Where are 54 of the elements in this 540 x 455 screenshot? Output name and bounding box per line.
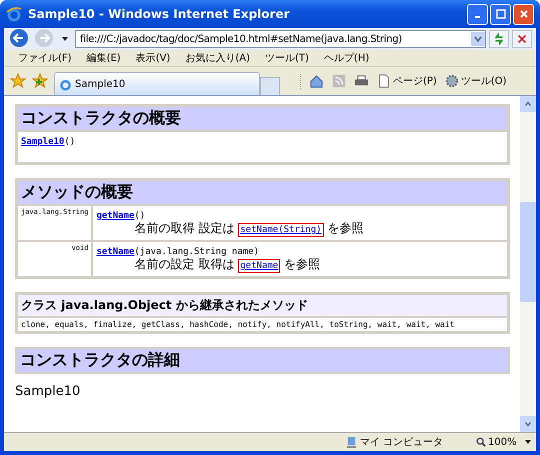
close-button[interactable]: [513, 4, 534, 24]
link[interactable]: getName: [96, 211, 134, 221]
caret-icon[interactable]: [62, 37, 68, 41]
refresh-icon[interactable]: [493, 33, 505, 45]
menu-item[interactable]: ファイル(F): [18, 51, 72, 65]
menu-item[interactable]: ヘルプ(H): [324, 51, 370, 65]
menu-item[interactable]: 編集(E): [86, 51, 121, 65]
link[interactable]: getName: [238, 259, 280, 273]
scroll-up-icon[interactable]: [524, 100, 532, 108]
gear-icon[interactable]: [444, 74, 459, 88]
star-plus-icon[interactable]: [32, 73, 48, 89]
scroll-down-icon[interactable]: [524, 420, 532, 428]
link[interactable]: setName: [96, 247, 134, 257]
table-cell: Sample10(): [17, 131, 508, 163]
menu-item[interactable]: ツール(T): [265, 51, 309, 65]
magnifier-icon: [476, 437, 486, 447]
menu-item[interactable]: お気に入り(A): [185, 51, 250, 65]
method-description: 名前の取得 設定は setName(String) を参照: [133, 221, 365, 238]
method-signature: (): [134, 211, 146, 221]
computer-icon: [346, 436, 357, 448]
refresh-button[interactable]: [489, 30, 509, 48]
browser-tab[interactable]: Sample10: [54, 72, 260, 95]
menu-item[interactable]: 表示(V): [136, 51, 170, 65]
link[interactable]: setName(String): [238, 223, 324, 237]
maximize-button[interactable]: [490, 4, 511, 24]
back-button[interactable]: [8, 28, 30, 50]
browser-logo-icon: [6, 6, 22, 22]
table-cell: clone, equals, finalize, getClass, hashCode, notify, notifyAll, toString, wait, wait, wait: [17, 317, 508, 332]
constructor-name: Sample10: [15, 384, 82, 399]
section-heading: コンストラクタの概要: [17, 106, 508, 131]
window-title: Sample10 - Windows Internet Explorer: [28, 7, 291, 21]
home-icon[interactable]: [309, 74, 324, 88]
minimize-button[interactable]: [467, 4, 488, 24]
address-field[interactable]: file:///C:/javadoc/tag/doc/Sample10.html#setName(java.lang.String): [75, 30, 486, 48]
method-description: 名前の設定 取得は getName を参照: [133, 257, 322, 274]
print-icon[interactable]: [354, 74, 369, 88]
scrollbar[interactable]: [520, 96, 536, 432]
security-zone: マイ コンピュータ: [346, 435, 476, 449]
browser-logo-icon: [59, 78, 72, 90]
page-menu-button[interactable]: ページ(P): [377, 74, 437, 88]
section-heading: メソッドの概要: [17, 180, 508, 205]
page-icon[interactable]: [377, 74, 391, 88]
section-heading: コンストラクタの詳細: [15, 347, 510, 374]
stop-icon[interactable]: [516, 33, 528, 45]
star-icon[interactable]: [10, 73, 26, 89]
zoom-level[interactable]: 100%: [476, 436, 536, 448]
link[interactable]: Sample10: [21, 137, 64, 147]
caret-icon[interactable]: [524, 440, 531, 444]
maximize-icon[interactable]: [496, 9, 506, 19]
section-heading: クラス java.lang.Object から継承されたメソッド: [17, 294, 508, 317]
close-icon[interactable]: [518, 9, 528, 19]
method-signature: (java.lang.String name): [134, 247, 259, 257]
stop-button[interactable]: [512, 30, 532, 48]
tools-menu-button[interactable]: ツール(O): [444, 74, 507, 88]
